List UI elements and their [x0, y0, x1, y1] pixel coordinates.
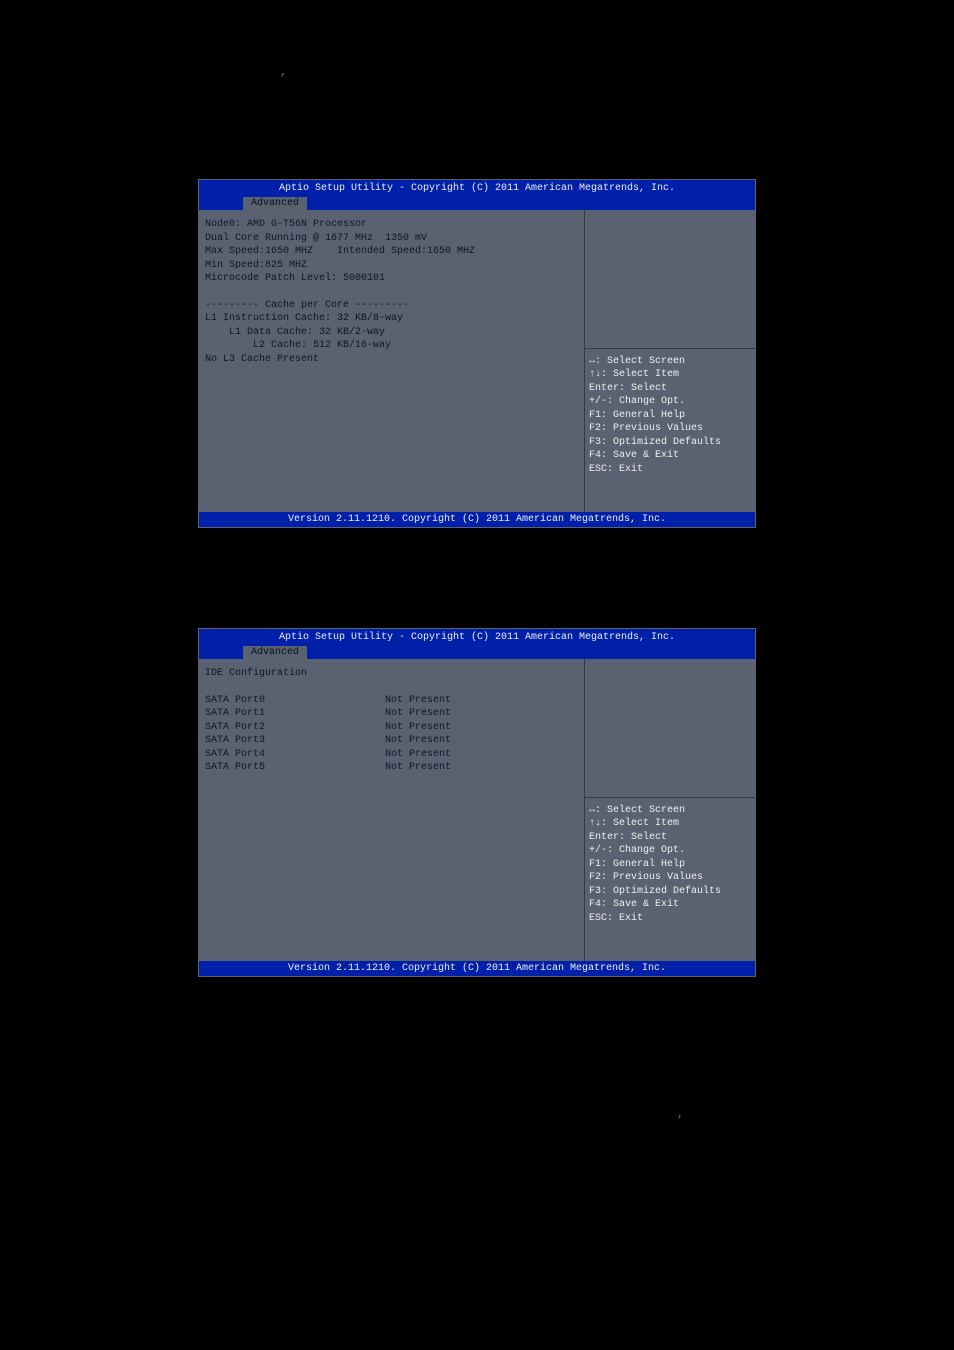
help-top-empty — [585, 659, 755, 798]
help-f1: F1: General Help — [589, 858, 751, 872]
help-select-screen: ↔: Select Screen — [589, 355, 751, 369]
punctuation-top: , — [0, 60, 954, 179]
help-esc: ESC: Exit — [589, 912, 751, 926]
punctuation-bottom: , — [0, 1077, 954, 1121]
bios-left-pane[interactable]: Node0: AMD G-T56N Processor Dual Core Ru… — [199, 210, 585, 512]
tab-advanced[interactable]: Advanced — [243, 646, 307, 659]
help-f1: F1: General Help — [589, 409, 751, 423]
help-enter: Enter: Select — [589, 382, 751, 396]
bios-window-node-info: Aptio Setup Utility - Copyright (C) 2011… — [198, 179, 756, 528]
sata-port-label: SATA Port2 — [205, 721, 385, 735]
cache-header-line: --------- Cache per Core --------- — [205, 299, 578, 313]
l1-instruction-line: L1 Instruction Cache: 32 KB/8-way — [205, 312, 578, 326]
help-select-item: ↑↓: Select Item — [589, 368, 751, 382]
list-item: SATA Port2 Not Present — [205, 721, 578, 735]
sata-port-label: SATA Port4 — [205, 748, 385, 762]
help-f3: F3: Optimized Defaults — [589, 885, 751, 899]
sata-port-status: Not Present — [385, 748, 451, 762]
bios-right-pane: ↔: Select Screen ↑↓: Select Item Enter: … — [585, 210, 755, 512]
bios-header: Aptio Setup Utility - Copyright (C) 2011… — [199, 180, 755, 210]
sata-port-label: SATA Port1 — [205, 707, 385, 721]
bios-left-pane[interactable]: IDE Configuration SATA Port0 Not Present… — [199, 659, 585, 961]
tab-row: Advanced — [199, 646, 755, 659]
no-l3-line: No L3 Cache Present — [205, 353, 578, 367]
bios-footer: Version 2.11.1210. Copyright (C) 2011 Am… — [199, 961, 755, 976]
tab-advanced[interactable]: Advanced — [243, 197, 307, 210]
min-speed-line: Min Speed:825 MHZ — [205, 259, 578, 273]
help-select-item: ↑↓: Select Item — [589, 817, 751, 831]
help-f4: F4: Save & Exit — [589, 898, 751, 912]
sata-port-status: Not Present — [385, 707, 451, 721]
bios-right-pane: ↔: Select Screen ↑↓: Select Item Enter: … — [585, 659, 755, 961]
sata-port-label: SATA Port5 — [205, 761, 385, 775]
l1-data-line: L1 Data Cache: 32 KB/2-way — [205, 326, 578, 340]
ide-config-title: IDE Configuration — [205, 667, 578, 681]
help-key-legend: ↔: Select Screen ↑↓: Select Item Enter: … — [585, 349, 755, 512]
sata-port-status: Not Present — [385, 734, 451, 748]
help-change-opt: +/-: Change Opt. — [589, 844, 751, 858]
help-top-empty — [585, 210, 755, 349]
node-line: Node0: AMD G-T56N Processor — [205, 218, 578, 232]
list-item: SATA Port5 Not Present — [205, 761, 578, 775]
microcode-line: Microcode Patch Level: 5000101 — [205, 272, 578, 286]
sata-port-label: SATA Port0 — [205, 694, 385, 708]
sata-port-status: Not Present — [385, 721, 451, 735]
tab-row: Advanced — [199, 197, 755, 210]
bios-header: Aptio Setup Utility - Copyright (C) 2011… — [199, 629, 755, 659]
help-f4: F4: Save & Exit — [589, 449, 751, 463]
bios-body: Node0: AMD G-T56N Processor Dual Core Ru… — [199, 210, 755, 512]
help-select-screen: ↔: Select Screen — [589, 804, 751, 818]
max-speed-line: Max Speed:1650 MHZ Intended Speed:1650 M… — [205, 245, 578, 259]
bios-footer: Version 2.11.1210. Copyright (C) 2011 Am… — [199, 512, 755, 527]
list-item: SATA Port1 Not Present — [205, 707, 578, 721]
l2-cache-line: L2 Cache: 512 KB/16-way — [205, 339, 578, 353]
help-f2: F2: Previous Values — [589, 422, 751, 436]
list-item: SATA Port0 Not Present — [205, 694, 578, 708]
help-esc: ESC: Exit — [589, 463, 751, 477]
bios-body: IDE Configuration SATA Port0 Not Present… — [199, 659, 755, 961]
header-title: Aptio Setup Utility - Copyright (C) 2011… — [199, 632, 755, 646]
help-enter: Enter: Select — [589, 831, 751, 845]
list-item: SATA Port3 Not Present — [205, 734, 578, 748]
header-title: Aptio Setup Utility - Copyright (C) 2011… — [199, 183, 755, 197]
bios-window-ide-config: Aptio Setup Utility - Copyright (C) 2011… — [198, 628, 756, 977]
help-f2: F2: Previous Values — [589, 871, 751, 885]
dual-core-line: Dual Core Running @ 1677 MHz 1350 mV — [205, 232, 578, 246]
list-item: SATA Port4 Not Present — [205, 748, 578, 762]
help-key-legend: ↔: Select Screen ↑↓: Select Item Enter: … — [585, 798, 755, 961]
help-f3: F3: Optimized Defaults — [589, 436, 751, 450]
sata-port-label: SATA Port3 — [205, 734, 385, 748]
sata-port-status: Not Present — [385, 694, 451, 708]
sata-port-status: Not Present — [385, 761, 451, 775]
help-change-opt: +/-: Change Opt. — [589, 395, 751, 409]
